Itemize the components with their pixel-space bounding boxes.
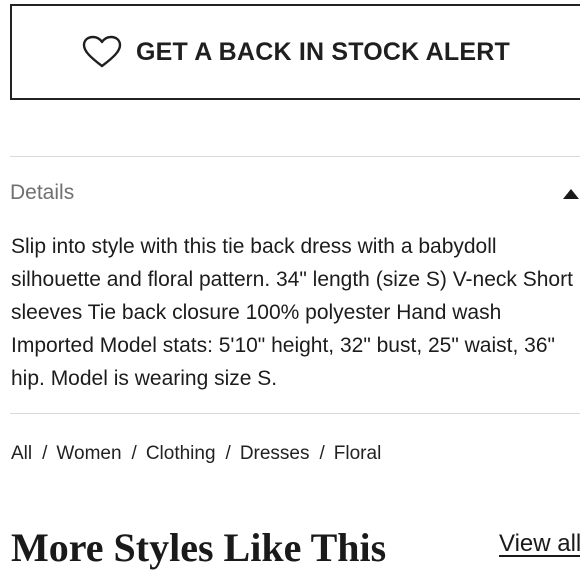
breadcrumb-separator: / bbox=[42, 443, 48, 464]
breadcrumb-women[interactable]: Women bbox=[56, 443, 121, 465]
alert-button-label: GET A BACK IN STOCK ALERT bbox=[136, 37, 510, 66]
more-styles-heading: More Styles Like This bbox=[11, 525, 387, 570]
breadcrumb-all[interactable]: All bbox=[11, 443, 32, 465]
breadcrumb-separator: / bbox=[131, 443, 137, 464]
breadcrumb-floral[interactable]: Floral bbox=[334, 443, 382, 465]
details-title: Details bbox=[10, 181, 75, 204]
breadcrumb-separator: / bbox=[319, 443, 325, 464]
divider bbox=[10, 156, 580, 157]
heart-outline-icon bbox=[82, 35, 122, 69]
breadcrumb: All / Women / Clothing / Dresses / Flora… bbox=[11, 438, 381, 470]
divider bbox=[10, 413, 580, 414]
caret-up-icon[interactable] bbox=[562, 187, 580, 199]
view-all-link[interactable]: View all bbox=[499, 530, 580, 558]
breadcrumb-clothing[interactable]: Clothing bbox=[146, 443, 216, 465]
breadcrumb-dresses[interactable]: Dresses bbox=[240, 443, 310, 465]
details-description: Slip into style with this tie back dress… bbox=[11, 235, 573, 390]
breadcrumb-separator: / bbox=[225, 443, 231, 464]
back-in-stock-alert-button[interactable]: GET A BACK IN STOCK ALERT bbox=[10, 4, 580, 100]
details-accordion-header[interactable]: Details bbox=[10, 170, 580, 216]
